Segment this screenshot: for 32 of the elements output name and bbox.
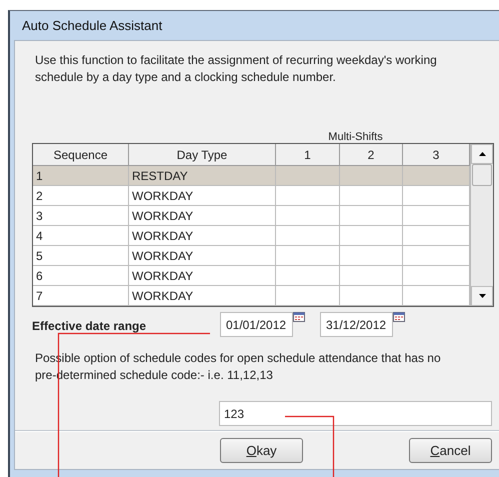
dialog-button[interactable]: Cancel — [409, 438, 492, 463]
schedule-code-field[interactable]: 123 — [219, 401, 492, 426]
group-heading: Multi-Shifts — [327, 131, 384, 143]
table-row[interactable]: 2 WORKDAY — [33, 186, 470, 206]
calendar-icon[interactable] — [293, 312, 305, 322]
scroll-up-button[interactable] — [471, 144, 493, 164]
column-header[interactable]: Day Type — [129, 144, 276, 166]
date-field[interactable]: 31/12/2012 — [320, 312, 393, 337]
scroll-down-button[interactable] — [471, 286, 493, 306]
down-arrow-icon[interactable] — [478, 294, 486, 298]
table-cell: 7 — [33, 286, 129, 306]
table-row[interactable]: 3 WORKDAY — [33, 206, 470, 226]
table-row[interactable]: 6 WORKDAY — [33, 266, 470, 286]
scrollbar[interactable] — [470, 144, 493, 306]
up-arrow-icon[interactable] — [478, 152, 486, 156]
dialog-button[interactable]: Okay — [220, 438, 303, 463]
table-row[interactable]: 5 WORKDAY — [33, 246, 470, 266]
table-row[interactable]: 1 RESTDAY — [33, 166, 470, 186]
leader-line — [285, 416, 334, 477]
description-text: Use this function to facilitate the assignment of recurring weekday's working schedule by a day type and a clocking schedule number. — [35, 52, 438, 86]
column-header[interactable]: 2 — [340, 144, 403, 166]
column-header[interactable]: Sequence — [33, 144, 129, 166]
date-field[interactable]: 01/01/2012 — [220, 312, 293, 337]
window-title: Auto Schedule Assistant — [21, 17, 164, 35]
table-row[interactable]: 7 WORKDAY — [33, 286, 470, 306]
field-label: Effective date range — [32, 319, 148, 333]
table-cell: WORKDAY — [129, 286, 276, 306]
column-header[interactable]: 1 — [276, 144, 340, 166]
scroll-thumb[interactable] — [472, 164, 492, 186]
calendar-icon[interactable] — [393, 312, 405, 322]
column-header[interactable]: 3 — [403, 144, 470, 166]
table-row[interactable]: 4 WORKDAY — [33, 226, 470, 246]
